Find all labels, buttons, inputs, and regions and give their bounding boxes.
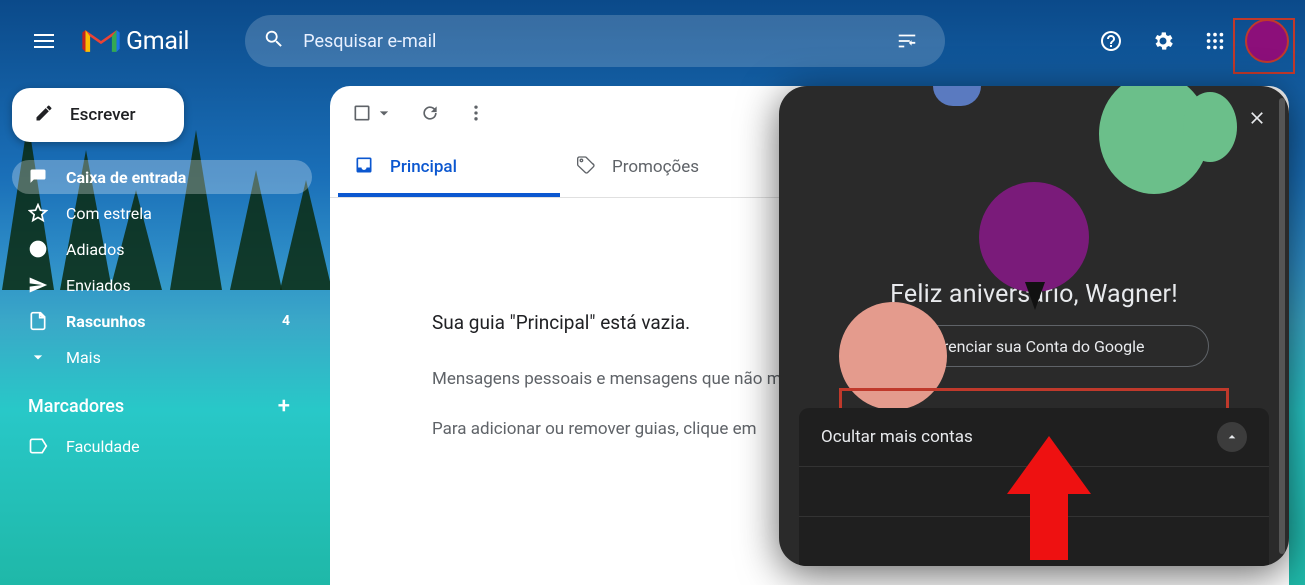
search-icon <box>263 28 285 54</box>
sidebar-item-label: Caixa de entrada <box>66 168 186 187</box>
balloon-decoration <box>1099 86 1209 194</box>
manage-account-label: Gerenciar sua Conta do Google <box>924 337 1145 356</box>
sidebar-item-snoozed[interactable]: Adiados <box>12 232 312 266</box>
drafts-icon <box>28 311 48 331</box>
sidebar-label-faculdade[interactable]: Faculdade <box>12 429 312 463</box>
sidebar: Escrever Caixa de entrada Com estrela Ad… <box>12 88 312 465</box>
promotions-tab-icon <box>576 155 596 180</box>
sidebar-item-inbox[interactable]: Caixa de entrada <box>12 160 312 194</box>
support-button[interactable] <box>1089 19 1133 63</box>
balloon-decoration <box>933 86 981 106</box>
account-list-row[interactable] <box>799 466 1269 516</box>
gmail-wordmark: Gmail <box>126 27 189 56</box>
balloon-decoration <box>839 302 947 410</box>
search-bar[interactable] <box>245 15 945 67</box>
header: Gmail <box>0 0 1305 82</box>
sidebar-item-drafts[interactable]: Rascunhos 4 <box>12 304 312 338</box>
sidebar-item-more[interactable]: Mais <box>12 340 312 374</box>
chevron-down-icon <box>374 103 394 123</box>
close-popover-button[interactable] <box>1239 100 1275 136</box>
labels-title: Marcadores <box>28 396 124 417</box>
main-menu-button[interactable] <box>22 19 66 63</box>
search-options-button[interactable] <box>885 19 929 63</box>
sidebar-item-label: Adiados <box>66 240 124 259</box>
tab-label: Principal <box>390 157 457 177</box>
hamburger-icon <box>34 34 54 48</box>
account-avatar[interactable] <box>1245 19 1289 63</box>
refresh-button[interactable] <box>420 103 440 123</box>
gmail-logo[interactable]: Gmail <box>82 27 189 56</box>
send-icon <box>28 275 48 295</box>
drafts-count: 4 <box>282 313 290 329</box>
tab-primary[interactable]: Principal <box>338 141 560 197</box>
account-popover: Feliz aniversário, Wagner! Gerenciar sua… <box>779 86 1289 566</box>
google-apps-button[interactable] <box>1193 19 1237 63</box>
pencil-icon <box>34 103 54 128</box>
sidebar-item-starred[interactable]: Com estrela <box>12 196 312 230</box>
hide-more-accounts-row[interactable]: Ocultar mais contas <box>799 408 1269 466</box>
more-button[interactable] <box>466 103 486 123</box>
account-list-row[interactable] <box>799 516 1269 566</box>
inbox-tab-icon <box>354 155 374 180</box>
clock-icon <box>28 239 48 259</box>
label-tag-icon <box>28 436 48 456</box>
balloon-decoration <box>979 182 1089 292</box>
sidebar-item-label: Rascunhos <box>66 312 146 331</box>
compose-label: Escrever <box>70 105 136 125</box>
tab-label: Promoções <box>612 157 699 177</box>
sidebar-item-label: Mais <box>66 348 101 367</box>
add-label-button[interactable]: + <box>278 394 290 419</box>
sidebar-item-sent[interactable]: Enviados <box>12 268 312 302</box>
gmail-m-icon <box>82 27 120 55</box>
inbox-icon <box>28 167 48 187</box>
labels-section-header: Marcadores + <box>12 376 312 427</box>
star-icon <box>28 203 48 223</box>
popover-scrollbar[interactable] <box>1279 98 1285 554</box>
sidebar-item-label: Com estrela <box>66 204 152 223</box>
sidebar-item-label: Enviados <box>66 276 131 295</box>
hide-more-accounts-label: Ocultar mais contas <box>821 427 973 447</box>
sidebar-item-label: Faculdade <box>66 437 140 456</box>
chevron-down-icon <box>28 347 48 367</box>
chevron-up-icon <box>1217 422 1247 452</box>
select-all-checkbox[interactable] <box>352 103 394 123</box>
search-input[interactable] <box>303 31 927 52</box>
settings-button[interactable] <box>1141 19 1185 63</box>
tab-promotions[interactable]: Promoções <box>560 141 782 197</box>
compose-button[interactable]: Escrever <box>12 88 184 142</box>
